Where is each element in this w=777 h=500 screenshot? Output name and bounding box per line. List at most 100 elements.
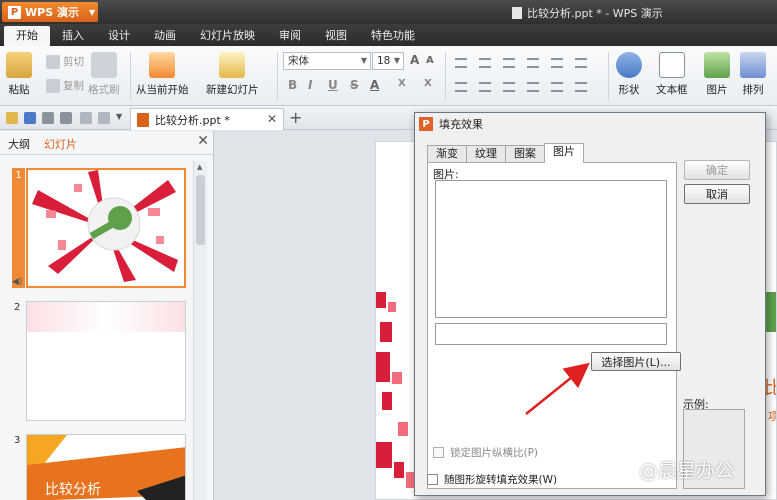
bold-icon[interactable]: B [288,78,297,92]
arrange-button[interactable]: 排列 [740,52,766,97]
ppt-file-icon [137,112,149,127]
cancel-button[interactable]: 取消 [684,184,750,204]
slide-thumbnail-3[interactable]: 比较分析 [26,434,186,500]
font-size-select[interactable]: 18 ▼ [372,52,404,70]
align-left-icon[interactable] [455,82,467,92]
font-name-select[interactable]: 宋体 ▼ [283,52,371,70]
checkbox-box[interactable] [433,447,444,458]
play-from-current-button[interactable]: 从当前开始 [136,52,189,97]
align-center-icon[interactable] [479,82,491,92]
font-size-value: 18 [377,55,391,67]
ribbon: 粘贴 剪切 复制 格式刷 从当前开始 新建幻灯片 宋体 ▼ 18 ▼ A A B… [0,46,777,106]
justify-icon[interactable] [527,82,539,92]
slide-pane-scrollbar[interactable]: ▲ [193,161,207,500]
slide-1-graphic [28,170,184,286]
print-preview-icon[interactable] [60,112,72,124]
ok-button[interactable]: 确定 [684,160,750,180]
arrange-icon [740,52,766,78]
cut-button[interactable]: 剪切 [46,54,84,69]
select-picture-button[interactable]: 选择图片(L)... [591,352,681,371]
chevron-up-icon[interactable]: ▲ [197,163,202,171]
distribute-icon[interactable] [551,82,563,92]
picture-label: 图片 [706,84,728,96]
tab-texture[interactable]: 纹理 [466,145,506,163]
text-direction-icon[interactable] [575,58,587,68]
watermark-logo-icon [615,459,635,480]
grow-font-icon[interactable]: A [410,53,419,67]
superscript-icon[interactable]: X [398,78,406,89]
sound-icon: ◀) [12,277,23,287]
font-color-icon[interactable]: A [370,78,379,92]
copy-label: 复制 [63,80,84,92]
tab-special-features[interactable]: 特色功能 [359,26,427,46]
close-icon[interactable]: ✕ [267,112,277,126]
tab-view[interactable]: 视图 [313,26,359,46]
picture-button[interactable]: 图片 [704,52,730,97]
tab-outline[interactable]: 大纲 [8,136,30,152]
rotate-with-shape-checkbox[interactable]: 随图形旋转填充效果(W) [427,472,557,487]
format-painter-button[interactable]: 格式刷 [88,52,120,97]
print-icon[interactable] [42,112,54,124]
subscript-icon[interactable]: X [424,78,432,89]
underline-icon[interactable]: U [328,78,338,92]
numbered-list-icon[interactable] [479,58,491,68]
checkbox-box[interactable] [427,474,438,485]
shrink-font-icon[interactable]: A [426,55,434,66]
bullet-list-icon[interactable] [455,58,467,68]
line-spacing-icon[interactable] [551,58,563,68]
slide-thumbnail-1[interactable] [26,168,186,288]
shapes-button[interactable]: 形状 [616,52,642,97]
play-icon [149,52,176,78]
svg-text:项: 项 [768,410,777,423]
copy-button[interactable]: 复制 [46,78,84,93]
new-slide-label: 新建幻灯片 [206,84,259,96]
chevron-down-icon[interactable]: ▼ [116,112,128,124]
tab-animation[interactable]: 动画 [142,26,188,46]
wps-app-menu-button[interactable]: P WPS 演示 ▼ [2,2,98,22]
tab-design[interactable]: 设计 [96,26,142,46]
wps-logo-icon: P [8,5,21,19]
ribbon-divider [445,52,446,100]
tab-gradient[interactable]: 渐变 [427,145,467,163]
watermark: @晨星办公 [615,456,734,483]
textbox-button[interactable]: 文本框 [656,52,688,97]
picture-preview [435,180,667,318]
document-tab[interactable]: 比较分析.ppt * ✕ [130,108,284,130]
lock-aspect-label: 锁定图片纵横比(P) [450,447,539,459]
fill-effects-dialog: P 填充效果 渐变 纹理 图案 图片 图片: 选择图片(L)... 锁定图片纵横… [414,112,766,496]
dialog-title-bar[interactable]: P 填充效果 [415,113,765,135]
textbox-label: 文本框 [656,84,688,96]
scrollbar-thumb[interactable] [196,175,205,245]
strikethrough-icon[interactable]: S [350,78,359,92]
tab-insert[interactable]: 插入 [50,26,96,46]
decrease-indent-icon[interactable] [503,58,515,68]
save-icon[interactable] [24,112,36,124]
align-right-icon[interactable] [503,82,515,92]
shapes-icon [616,52,642,78]
close-icon[interactable]: ✕ [197,133,209,149]
columns-icon[interactable] [575,82,587,92]
tab-pattern[interactable]: 图案 [505,145,545,163]
paste-button[interactable]: 粘贴 [6,52,32,97]
slide-number: 3 [14,435,21,446]
tab-picture[interactable]: 图片 [544,143,584,163]
open-icon[interactable] [6,112,18,124]
lock-aspect-checkbox[interactable]: 锁定图片纵横比(P) [433,445,538,460]
window-title-text: 比较分析.ppt * - WPS 演示 [527,7,663,20]
paste-label: 粘贴 [8,84,30,96]
tab-home[interactable]: 开始 [4,26,50,46]
undo-icon[interactable] [80,112,92,124]
redo-icon[interactable] [98,112,110,124]
new-tab-icon[interactable]: + [289,108,302,127]
slide-number: 2 [14,302,21,313]
italic-icon[interactable]: I [308,78,312,92]
tab-review[interactable]: 审阅 [267,26,313,46]
wps-logo-icon: P [419,117,433,131]
slide-thumbnail-2[interactable] [26,301,186,421]
increase-indent-icon[interactable] [527,58,539,68]
title-bar: P WPS 演示 ▼ 比较分析.ppt * - WPS 演示 [0,0,777,24]
tab-slideshow[interactable]: 幻灯片放映 [188,26,267,46]
tab-slides[interactable]: 幻灯片 [44,136,77,152]
new-slide-button[interactable]: 新建幻灯片 [206,52,259,97]
app-label: WPS 演示 [25,6,79,19]
